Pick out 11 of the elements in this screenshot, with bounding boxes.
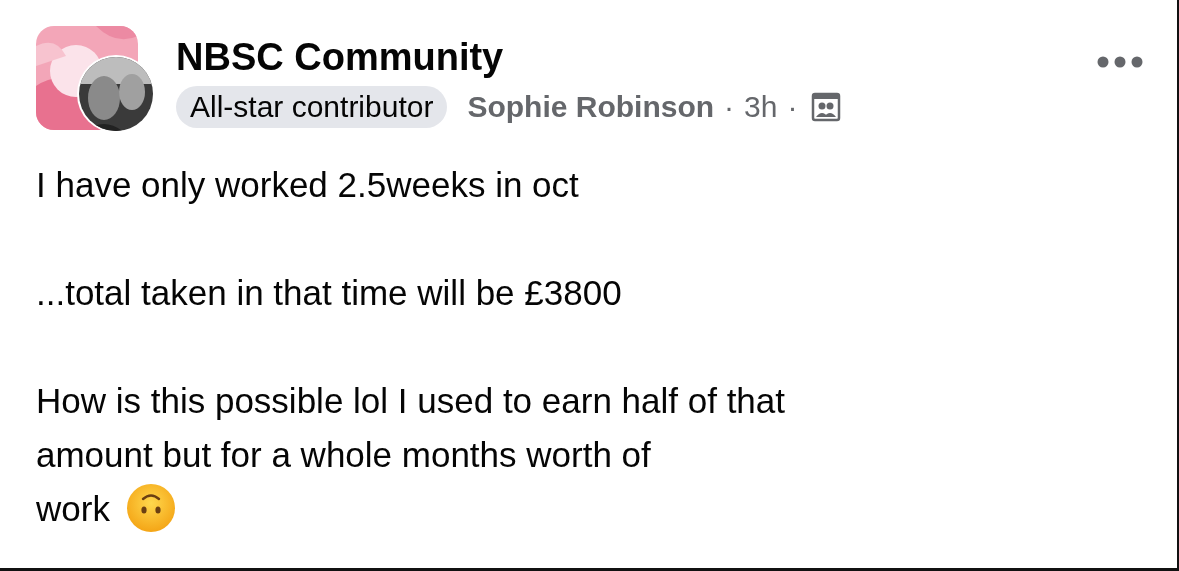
separator-dot: · (724, 90, 735, 124)
separator-dot: · (787, 90, 798, 124)
post-text: How is this possible lol I used to earn half of that amount but for a whole months worth of work (36, 381, 785, 528)
post-text: ...total taken in that time will be £3800 (36, 273, 622, 312)
group-name[interactable]: NBSC Community (176, 32, 1097, 82)
people-frame-icon (811, 92, 842, 122)
more-icon[interactable] (1097, 56, 1143, 68)
author-name[interactable]: Sophie Robinson (467, 90, 715, 124)
post-text: I have only worked 2.5weeks in oct (36, 165, 579, 204)
contributor-badge: All-star contributor (176, 86, 448, 128)
post-time[interactable]: 3h (744, 90, 778, 124)
